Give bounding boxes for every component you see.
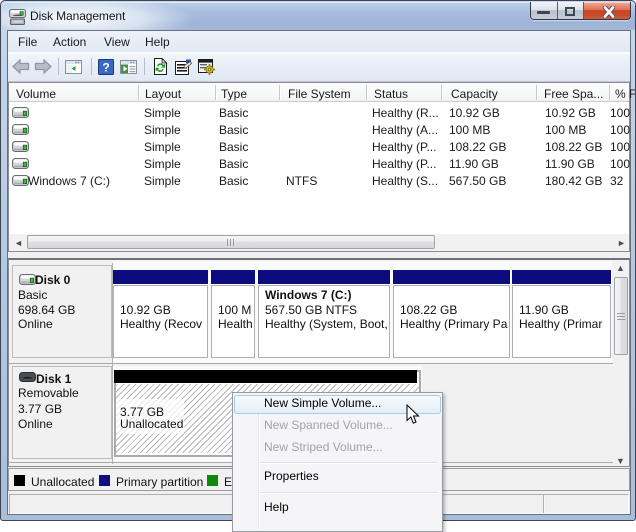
svg-text:?: ?: [102, 61, 109, 75]
